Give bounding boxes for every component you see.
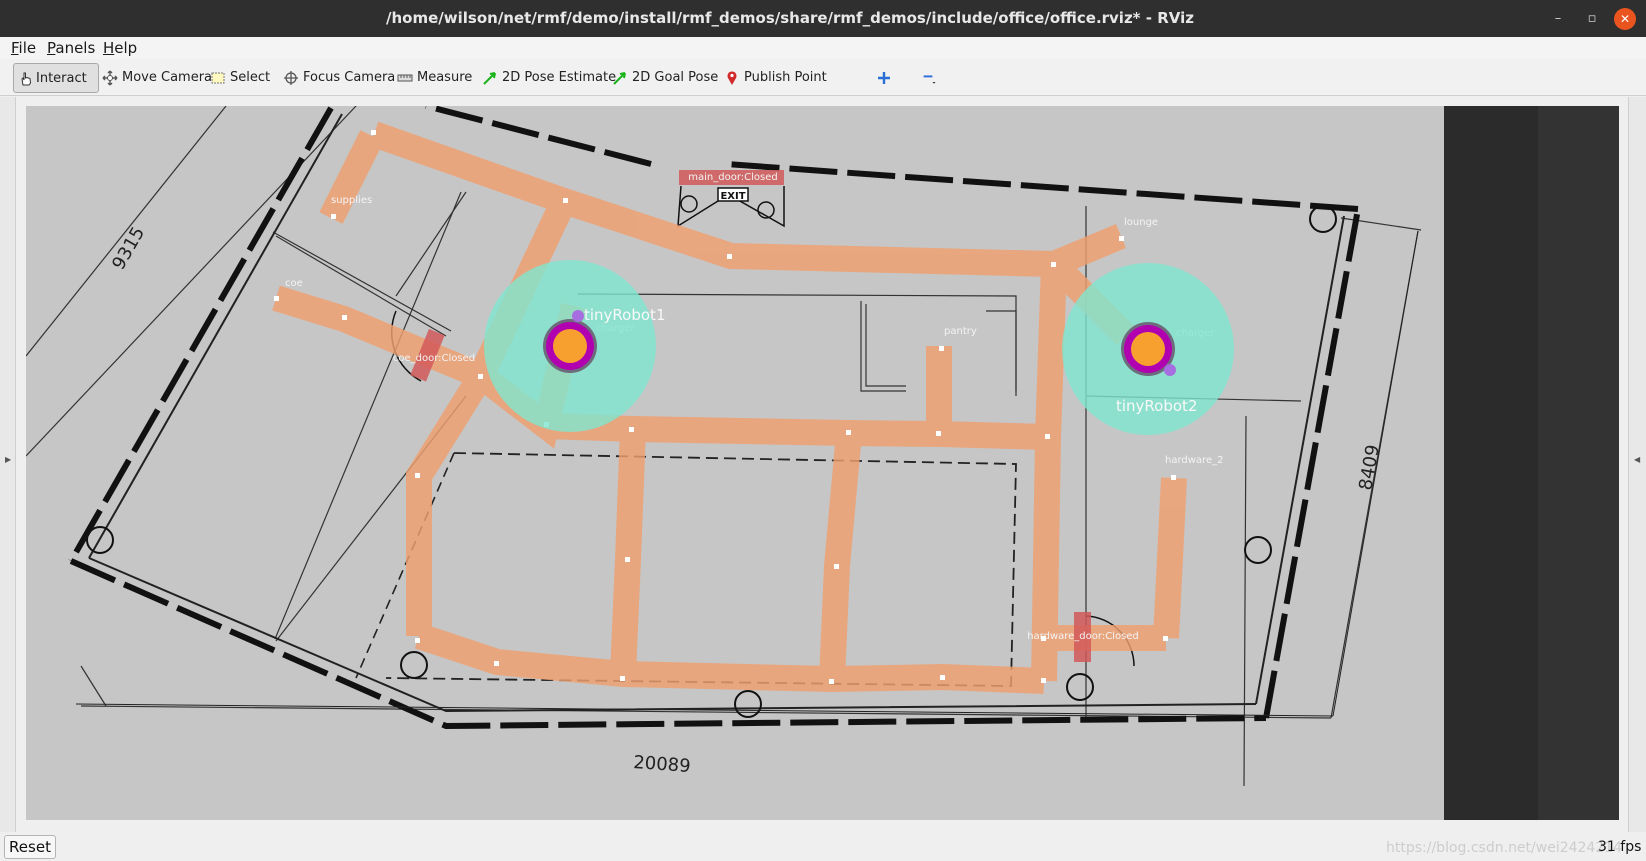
remove-tool-button[interactable]	[920, 63, 944, 93]
interact-tool-button[interactable]: Interact	[13, 63, 99, 93]
pose-estimate-tool-button[interactable]: 2D Pose Estimate	[478, 63, 616, 93]
plus-icon	[878, 72, 890, 84]
waypoint-label-lounge: lounge	[1124, 217, 1158, 228]
coe-door-label: coe_door:Closed	[393, 353, 475, 364]
menu-file-label: ile	[18, 39, 37, 57]
goal-pose-tool-button[interactable]: 2D Goal Pose	[608, 63, 718, 93]
expand-right-arrow-icon: ◀	[1634, 455, 1641, 464]
robot-heading-indicator	[1164, 364, 1176, 376]
expand-left-arrow-icon: ▶	[5, 455, 12, 464]
menu-panels-label: anels	[55, 39, 96, 57]
waypoint-label-hardware-2: hardware_2	[1165, 455, 1223, 466]
goal-pose-tool-label: 2D Goal Pose	[632, 70, 719, 85]
publish-point-tool-label: Publish Point	[744, 70, 827, 85]
move-camera-tool-label: Move Camera	[122, 70, 213, 85]
watermark-text: https://blog.csdn.net/wei2424214	[1386, 840, 1623, 856]
menubar: File Panels Help	[0, 37, 1646, 59]
waypoint-label-supplies: supplies	[331, 195, 372, 206]
minimize-button[interactable]: –	[1548, 9, 1568, 29]
focus-camera-tool-button[interactable]: Focus Camera	[279, 63, 395, 93]
crosshair-icon	[284, 71, 298, 85]
menu-panels[interactable]: Panels	[47, 39, 95, 57]
add-tool-button[interactable]	[874, 63, 894, 93]
waypoint-label-pantry: pantry	[944, 326, 977, 337]
map-pin-icon	[727, 71, 737, 85]
menu-help-accelerator: H	[103, 39, 115, 57]
menu-help-label: elp	[114, 39, 138, 57]
menu-file-accelerator: F	[11, 39, 19, 57]
green-arrow-icon	[613, 72, 626, 85]
render-viewport[interactable]: EXIT 9315 20089 8409 main_door:Closed co…	[26, 106, 1619, 820]
maximize-button[interactable]: ▫	[1582, 9, 1602, 29]
menu-file[interactable]: File	[11, 39, 36, 57]
robot-name-label: tinyRobot1	[584, 306, 665, 324]
measure-tool-button[interactable]: Measure	[393, 63, 472, 93]
window-title: /home/wilson/net/rmf/demo/install/rmf_de…	[386, 9, 1194, 27]
menu-help[interactable]: Help	[103, 39, 137, 57]
window-titlebar: /home/wilson/net/rmf/demo/install/rmf_de…	[0, 0, 1646, 37]
robot-name-label: tinyRobot2	[1116, 397, 1197, 415]
select-tool-label: Select	[230, 70, 271, 85]
close-button[interactable]: ✕	[1614, 8, 1636, 30]
right-dock-collapse-strip[interactable]: ◀	[1628, 97, 1646, 832]
move-arrows-icon	[102, 70, 118, 86]
robot-body	[1131, 332, 1165, 366]
waypoint-label-coe: coe	[285, 278, 303, 289]
publish-point-tool-button[interactable]: Publish Point	[720, 63, 827, 93]
main-door-label: main_door:Closed	[688, 172, 777, 183]
dimension-label-bottom: 20089	[633, 752, 692, 777]
tools-toolbar: Interact Move Camera Select Focus Camera…	[0, 59, 1646, 96]
measure-tool-label: Measure	[417, 70, 473, 85]
green-arrow-icon	[483, 72, 496, 85]
map-edge-dark	[1444, 106, 1538, 820]
statusbar: Reset https://blog.csdn.net/wei2424214 3…	[0, 832, 1646, 861]
robot-tinyrobot2[interactable]: tinyRobot2	[1062, 263, 1234, 435]
map-render: EXIT 9315 20089 8409 main_door:Closed co…	[26, 106, 1619, 820]
exit-sign-label: EXIT	[720, 191, 745, 202]
floor-plan-image	[26, 106, 1444, 820]
move-camera-tool-button[interactable]: Move Camera	[98, 63, 212, 93]
selection-rectangle-icon	[211, 72, 225, 84]
focus-camera-tool-label: Focus Camera	[303, 70, 396, 85]
pose-estimate-tool-label: 2D Pose Estimate	[502, 70, 617, 85]
left-dock-collapse-strip[interactable]: ▶	[0, 97, 16, 832]
interact-tool-label: Interact	[36, 71, 87, 86]
minus-icon	[923, 75, 936, 84]
fps-readout: 31 fps	[1598, 839, 1642, 855]
reset-button[interactable]: Reset	[4, 835, 56, 859]
hand-pointer-icon	[21, 72, 32, 86]
robot-heading-indicator	[572, 310, 584, 322]
select-tool-button[interactable]: Select	[206, 63, 270, 93]
ruler-icon	[397, 74, 413, 82]
robot-body	[553, 329, 587, 363]
